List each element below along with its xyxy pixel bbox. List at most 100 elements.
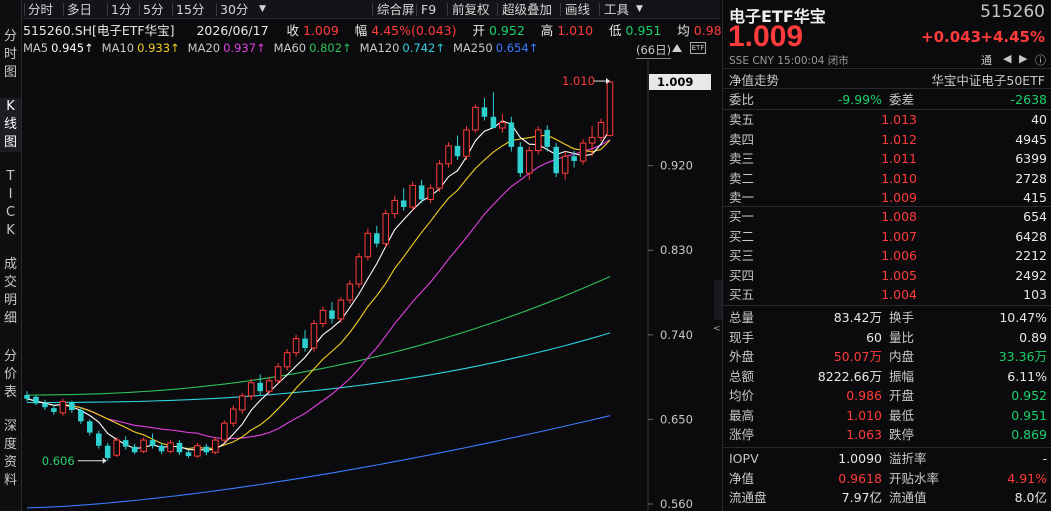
panel-code: 515260 <box>980 2 1045 22</box>
ma20-line <box>26 139 611 440</box>
info-icon[interactable]: ⓘ <box>1035 52 1046 68</box>
y-tick-label: 0.740 <box>660 328 693 342</box>
candle-body <box>463 129 470 157</box>
weibi-row-label: 委比 <box>729 92 755 107</box>
left-tab-1[interactable]: 分时图 <box>0 28 21 82</box>
ma-label: MA60 <box>273 41 307 55</box>
candle-body <box>499 121 506 129</box>
candle-body <box>355 256 363 285</box>
left-tab-5[interactable]: 分价表 <box>0 348 21 402</box>
period-tab-3[interactable]: 1分 <box>111 0 131 19</box>
left-tab-char: 线 <box>3 117 17 132</box>
candle-body <box>95 433 102 446</box>
stat-row-value2: 0.951 <box>1011 407 1047 423</box>
price-change: +0.043 <box>921 28 982 46</box>
arrow-left-icon[interactable]: ◀ <box>1003 52 1011 65</box>
arrow-right-icon[interactable]: ▶ <box>1019 52 1027 65</box>
candle-body <box>391 199 399 215</box>
candle-body <box>454 145 461 157</box>
period-tab-5[interactable]: 15分 <box>176 0 204 19</box>
panel-collapse-handle[interactable] <box>714 280 722 320</box>
last-price-marker-label: 1.009 <box>657 75 693 89</box>
left-tab-char: 资 <box>3 455 17 470</box>
stat-row-value: 1.010 <box>846 407 882 423</box>
ask-row[interactable]: 卖五 1.013 40 <box>729 110 1047 130</box>
candle-body <box>382 213 390 245</box>
candle-body <box>472 106 479 131</box>
bid-row[interactable]: 买三 1.006 2212 <box>729 246 1047 266</box>
fund-stat-row-value2: 4.91% <box>1007 470 1047 486</box>
y-tick-label: 0.650 <box>660 412 693 426</box>
ask-label: 卖三 <box>729 151 755 166</box>
candle-body <box>337 299 345 320</box>
fund-stat-row-label: IOPV <box>729 451 759 466</box>
candle-body <box>561 155 569 174</box>
period-tab-6[interactable]: 30分 <box>220 0 248 19</box>
tool-button-6[interactable]: 工具 <box>604 0 629 19</box>
y-tick-label: 0.830 <box>660 243 693 257</box>
tool-button-1[interactable]: 综合屏 <box>377 0 415 19</box>
bid-row[interactable]: 买一 1.008 654 <box>729 207 1047 227</box>
fund-badge-icon[interactable]: ETF <box>690 42 706 54</box>
tool-button-5[interactable]: 画线 <box>565 0 590 19</box>
candle-body <box>481 107 488 117</box>
toolbar-separator <box>216 3 217 16</box>
tools-more-icon[interactable]: ▼ <box>636 0 643 19</box>
candle-body <box>131 446 138 453</box>
stat-row-value: 83.42万 <box>833 310 882 325</box>
kline-chart[interactable]: 0.920 0.830 0.740 0.650 0.560 1.009 1.010 0.606 <box>23 60 720 511</box>
left-tab-3[interactable]: TICK <box>0 168 21 240</box>
left-tab-6[interactable]: 深度资料 <box>0 418 21 490</box>
ask-label: 卖二 <box>729 170 755 186</box>
stat-row-label2: 开盘 <box>889 388 915 403</box>
ask-row[interactable]: 卖四 1.012 4945 <box>729 130 1047 150</box>
left-tab-char: K <box>6 223 15 238</box>
period-badge[interactable]: (66日) <box>636 42 672 59</box>
bid-row[interactable]: 买二 1.007 6428 <box>729 227 1047 247</box>
left-tab-4[interactable]: 成交明细 <box>0 256 21 328</box>
candle-body <box>364 232 372 258</box>
left-tab-2[interactable]: K线图 <box>0 98 21 152</box>
ask-row[interactable]: 卖三 1.011 6399 <box>729 149 1047 169</box>
candle-body <box>490 116 497 129</box>
left-tab-char: 交 <box>3 275 17 290</box>
stat-row-value2: 33.36万 <box>998 349 1047 364</box>
candle-body <box>606 81 614 137</box>
candle-body <box>517 146 524 174</box>
ask-label: 卖四 <box>729 131 755 147</box>
candle-body <box>346 283 354 301</box>
toolbar-separator <box>560 3 561 16</box>
candle-body <box>87 421 93 433</box>
tong-badge[interactable]: 通 <box>981 52 992 68</box>
candle-body <box>140 439 147 452</box>
quote-panel: 电子ETF华宝 515260 1.009 +0.043 +4.45% SSE C… <box>722 0 1051 511</box>
stat-row-value: 1.063 <box>846 427 882 442</box>
bid-label: 买四 <box>729 267 755 283</box>
period-tab-1[interactable]: 分时 <box>28 0 53 19</box>
bid-label: 买一 <box>729 209 755 224</box>
candle-body <box>553 146 559 174</box>
nav-trend-link[interactable]: 净值走势 <box>729 70 779 89</box>
caret-up-icon[interactable] <box>672 44 682 52</box>
ma-label: MA20 <box>187 41 221 55</box>
tool-button-3[interactable]: 前复权 <box>452 0 490 19</box>
bid-row[interactable]: 买五 1.004 103 <box>729 285 1047 305</box>
left-tab-char: 深 <box>3 419 17 434</box>
chevron-left-icon[interactable]: < <box>713 322 722 336</box>
candle-body <box>400 200 407 208</box>
tool-button-2[interactable]: F9 <box>421 0 436 19</box>
ask-row[interactable]: 卖一 1.009 415 <box>729 188 1047 208</box>
stat-row-value: 8222.66万 <box>817 368 882 384</box>
ask-row[interactable]: 卖二 1.010 2728 <box>729 169 1047 189</box>
open-value: 0.952 <box>488 23 525 38</box>
tool-button-4[interactable]: 超级叠加 <box>502 0 552 19</box>
period-tab-4[interactable]: 5分 <box>143 0 163 19</box>
period-more-icon[interactable]: ▼ <box>259 0 266 19</box>
candle-body <box>544 129 550 147</box>
period-tab-2[interactable]: 多日 <box>67 0 92 19</box>
fund-stat-row-label2: 流通值 <box>889 490 927 505</box>
market-status: 闭市 <box>827 55 849 67</box>
bid-row[interactable]: 买四 1.005 2492 <box>729 266 1047 286</box>
stat-row-value2: 10.47% <box>999 310 1047 325</box>
left-tab-char: 分 <box>3 349 17 364</box>
